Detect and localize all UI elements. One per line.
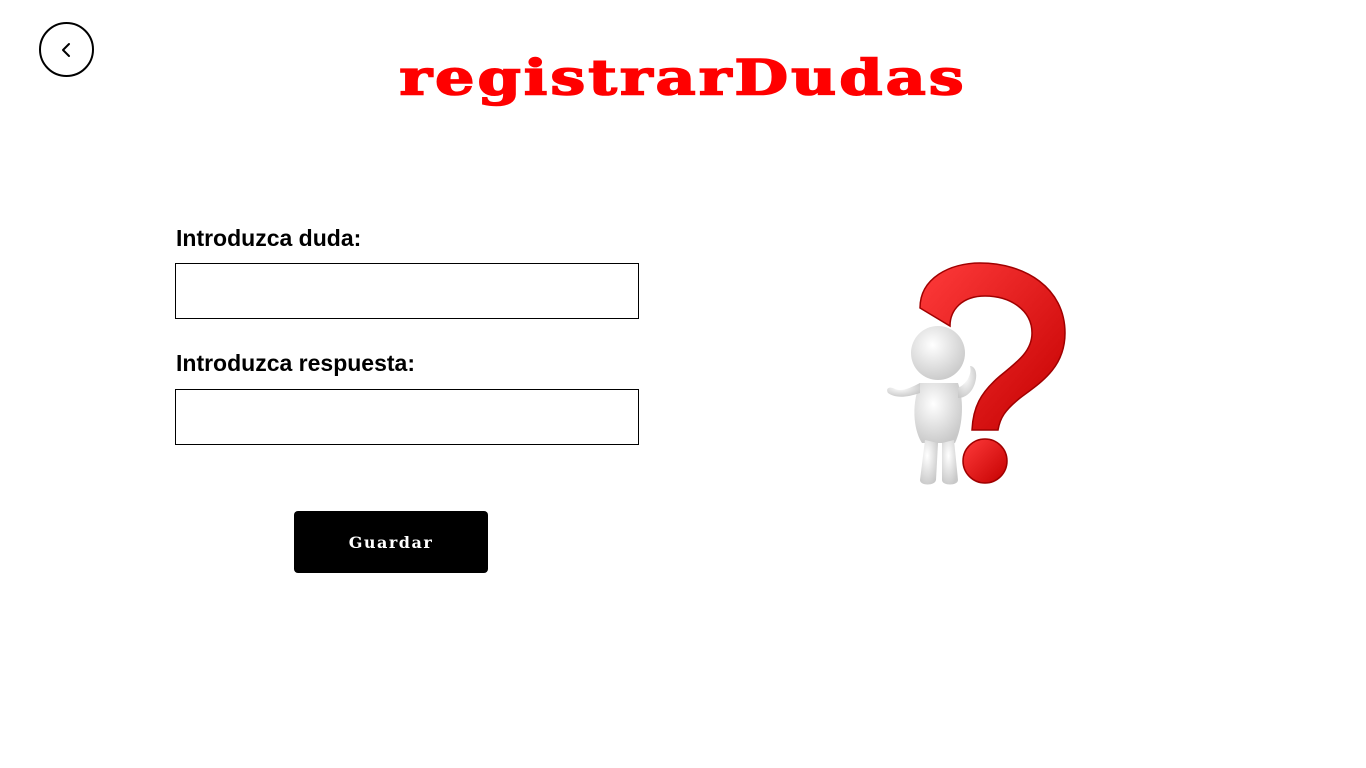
question-mark-figure-icon	[880, 258, 1080, 493]
register-questions-page: registrarDudas Introduzca duda: Introduz…	[0, 0, 1366, 768]
answer-label: Introduzca respuesta:	[176, 350, 415, 376]
save-button[interactable]: Guardar	[294, 511, 488, 573]
page-title: registrarDudas	[398, 48, 967, 107]
question-label: Introduzca duda:	[176, 225, 362, 251]
question-input[interactable]	[175, 263, 639, 319]
answer-input[interactable]	[175, 389, 639, 445]
